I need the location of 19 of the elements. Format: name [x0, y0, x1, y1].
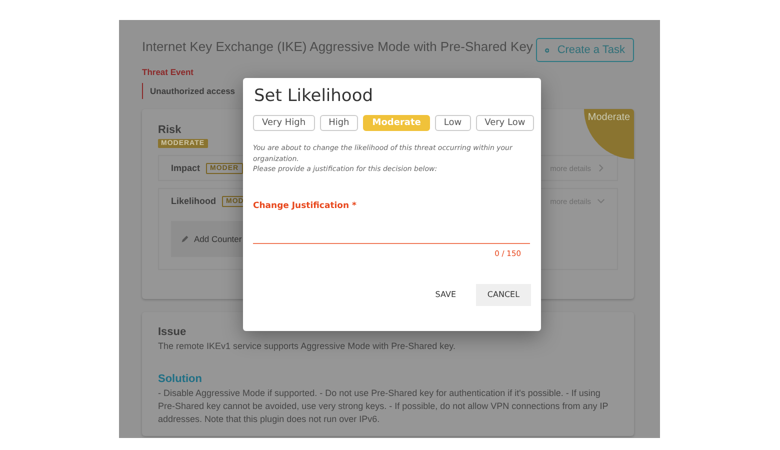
row-label: Impact [171, 162, 200, 174]
justification-field[interactable]: Change Justification * [253, 194, 530, 244]
likelihood-option[interactable]: Low [434, 115, 471, 131]
likelihood-option[interactable]: High [320, 115, 358, 131]
issue-text: The remote IKEv1 service supports Aggressive Mode with Pre-Shared key. [158, 340, 456, 353]
solution-text: - Disable Aggressive Mode if supported. - Do not use Pre-Shared key for authentication if it's possible. - If using Pre-Shared key cannot be avoided, use very strong keys. - If possible, do not allow VPN connections from any IP addresses. Note that this plugin does not run over IPv6. [158, 387, 610, 426]
dialog-title: Set Likelihood [254, 86, 374, 106]
page-title: Internet Key Exchange (IKE) Aggressive Mode with Pre-Shared Key [142, 39, 533, 54]
issue-title: Issue [158, 326, 188, 338]
likelihood-option[interactable]: Very Low [476, 115, 534, 131]
threat-event-value: Unauthorized access [142, 83, 236, 99]
threat-event-label: Threat Event [142, 67, 194, 77]
likelihood-option[interactable]: Very High [253, 115, 315, 131]
risk-title: Risk [158, 124, 182, 136]
pencil-icon [181, 235, 189, 243]
row-label: Likelihood [171, 195, 216, 207]
risk-level-badge: Moderate [584, 109, 634, 159]
cancel-button[interactable]: CANCEL [476, 284, 531, 306]
solution-title: Solution [158, 373, 203, 385]
